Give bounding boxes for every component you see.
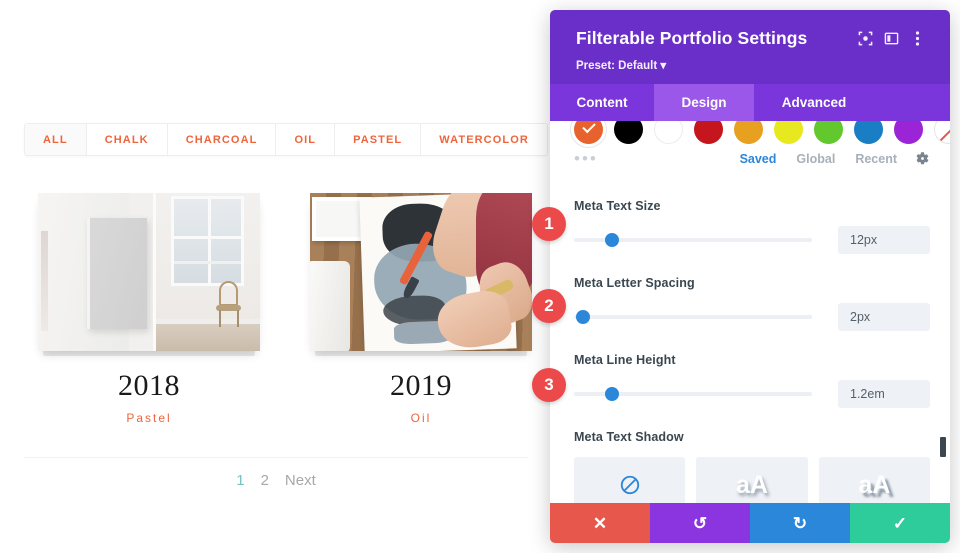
portfolio-image-person-painting[interactable]	[310, 193, 532, 351]
undo-button[interactable]: ↺	[650, 503, 750, 543]
check-icon: ✓	[892, 513, 908, 533]
modal-body: ••• Saved Global Recent Meta Text Size 1…	[550, 121, 950, 503]
cancel-button[interactable]: ✕	[550, 503, 650, 543]
filter-charcoal[interactable]: CHARCOAL	[167, 124, 277, 155]
portfolio-item-title: 2018	[118, 369, 180, 402]
annotation-badge-2: 2	[532, 289, 566, 323]
color-picker-toolbar: ••• Saved Global Recent	[574, 150, 930, 167]
filterable-portfolio-settings-modal: Filterable Portfolio Settings Preset: De…	[550, 10, 950, 543]
page-2[interactable]: 2	[261, 472, 269, 489]
shadow-options: aA aA	[574, 457, 930, 503]
portfolio-item-2019[interactable]: 2019 Oil	[310, 193, 532, 425]
filter-oil[interactable]: OIL	[276, 124, 336, 155]
filter-pastel[interactable]: PASTEL	[335, 124, 422, 155]
modal-title: Filterable Portfolio Settings	[576, 27, 808, 48]
tab-advanced[interactable]: Advanced	[754, 84, 874, 121]
swatch-blue[interactable]	[854, 121, 883, 144]
color-tab-global[interactable]: Global	[796, 152, 835, 166]
portfolio-filter-bar: ALL CHALK CHARCOAL OIL PASTEL WATERCOLOR	[24, 123, 548, 156]
filter-all[interactable]: ALL	[25, 124, 87, 155]
redo-button[interactable]: ↻	[750, 503, 850, 543]
modal-footer: ✕ ↺ ↻ ✓	[550, 503, 950, 543]
modal-scrollbar-thumb[interactable]	[939, 436, 947, 458]
shadow-preview-label: aA	[858, 470, 891, 499]
meta-line-height-slider[interactable]	[574, 385, 812, 403]
swatch-orange[interactable]	[574, 121, 603, 144]
swatch-yellow[interactable]	[774, 121, 803, 144]
field-meta-line-height: Meta Line Height 1.2em	[574, 353, 930, 408]
field-meta-letter-spacing: Meta Letter Spacing 2px	[574, 276, 930, 331]
meta-letter-spacing-slider[interactable]	[574, 308, 812, 326]
field-label: Meta Text Size	[574, 199, 661, 213]
pagination: 1 2 Next	[24, 457, 528, 489]
meta-text-size-value[interactable]: 12px	[838, 226, 930, 254]
swatch-green[interactable]	[814, 121, 843, 144]
slider-track	[574, 315, 812, 319]
screenshot-root: ALL CHALK CHARCOAL OIL PASTEL WATERCOLOR	[0, 0, 960, 553]
chevron-down-icon: ▾	[660, 60, 667, 72]
shadow-option-strong[interactable]: aA	[818, 457, 930, 503]
swatch-white[interactable]	[654, 121, 683, 144]
shadow-option-soft[interactable]: aA	[696, 457, 808, 503]
undo-icon: ↺	[692, 513, 708, 533]
filter-chalk[interactable]: CHALK	[86, 124, 168, 155]
modal-tabs: Content Design Advanced	[550, 84, 950, 121]
meta-text-size-slider[interactable]	[574, 231, 812, 249]
portfolio-item-2018[interactable]: 2018 Pastel	[38, 193, 260, 425]
tab-content[interactable]: Content	[550, 84, 654, 121]
tab-design[interactable]: Design	[654, 84, 754, 121]
painting-photo	[310, 193, 532, 351]
swatch-orange-yellow[interactable]	[734, 121, 763, 144]
more-options-icon[interactable]	[904, 26, 930, 50]
swatch-red[interactable]	[694, 121, 723, 144]
more-swatches-icon[interactable]: •••	[574, 150, 598, 167]
no-shadow-icon	[620, 475, 639, 495]
color-swatch-row	[550, 121, 950, 144]
field-meta-text-size: Meta Text Size 12px	[574, 199, 930, 254]
save-button[interactable]: ✓	[850, 503, 950, 543]
annotation-badge-1: 1	[532, 207, 566, 241]
swatch-purple[interactable]	[894, 121, 923, 144]
page-1[interactable]: 1	[236, 472, 244, 489]
portfolio-image-white-canvas-in-studio[interactable]	[38, 193, 260, 351]
meta-letter-spacing-value[interactable]: 2px	[838, 303, 930, 331]
focus-icon[interactable]	[852, 26, 878, 50]
modal-scrollbar[interactable]	[939, 121, 947, 503]
slider-knob[interactable]	[604, 233, 619, 247]
page-next[interactable]: Next	[285, 472, 316, 489]
field-label: Meta Letter Spacing	[574, 276, 695, 290]
annotation-badge-3: 3	[532, 368, 566, 402]
shadow-option-none[interactable]	[574, 457, 686, 503]
portfolio-page: ALL CHALK CHARCOAL OIL PASTEL WATERCOLOR	[0, 0, 600, 553]
shadow-preview-label: aA	[736, 470, 768, 499]
preset-selector[interactable]: Preset: Default ▾	[576, 58, 930, 72]
layout-panel-icon[interactable]	[878, 26, 904, 50]
field-label: Meta Text Shadow	[574, 430, 684, 444]
color-tab-recent[interactable]: Recent	[855, 152, 897, 166]
field-meta-text-shadow: Meta Text Shadow aA aA	[574, 430, 930, 503]
portfolio-item-meta: Pastel	[126, 411, 172, 425]
portfolio-item-title: 2019	[390, 369, 452, 402]
slider-knob[interactable]	[604, 387, 619, 401]
modal-header: Filterable Portfolio Settings Preset: De…	[550, 10, 950, 84]
portfolio-item-meta: Oil	[410, 411, 432, 425]
field-label: Meta Line Height	[574, 353, 676, 367]
meta-line-height-value[interactable]: 1.2em	[838, 380, 930, 408]
redo-icon: ↻	[792, 513, 808, 533]
gear-icon[interactable]	[915, 151, 930, 166]
slider-knob[interactable]	[576, 310, 591, 324]
studio-photo	[38, 193, 260, 351]
filter-watercolor[interactable]: WATERCOLOR	[421, 124, 547, 155]
close-icon: ✕	[592, 513, 608, 533]
preset-label: Preset: Default	[576, 60, 658, 72]
swatch-black[interactable]	[614, 121, 643, 144]
color-tab-saved[interactable]: Saved	[740, 152, 777, 166]
